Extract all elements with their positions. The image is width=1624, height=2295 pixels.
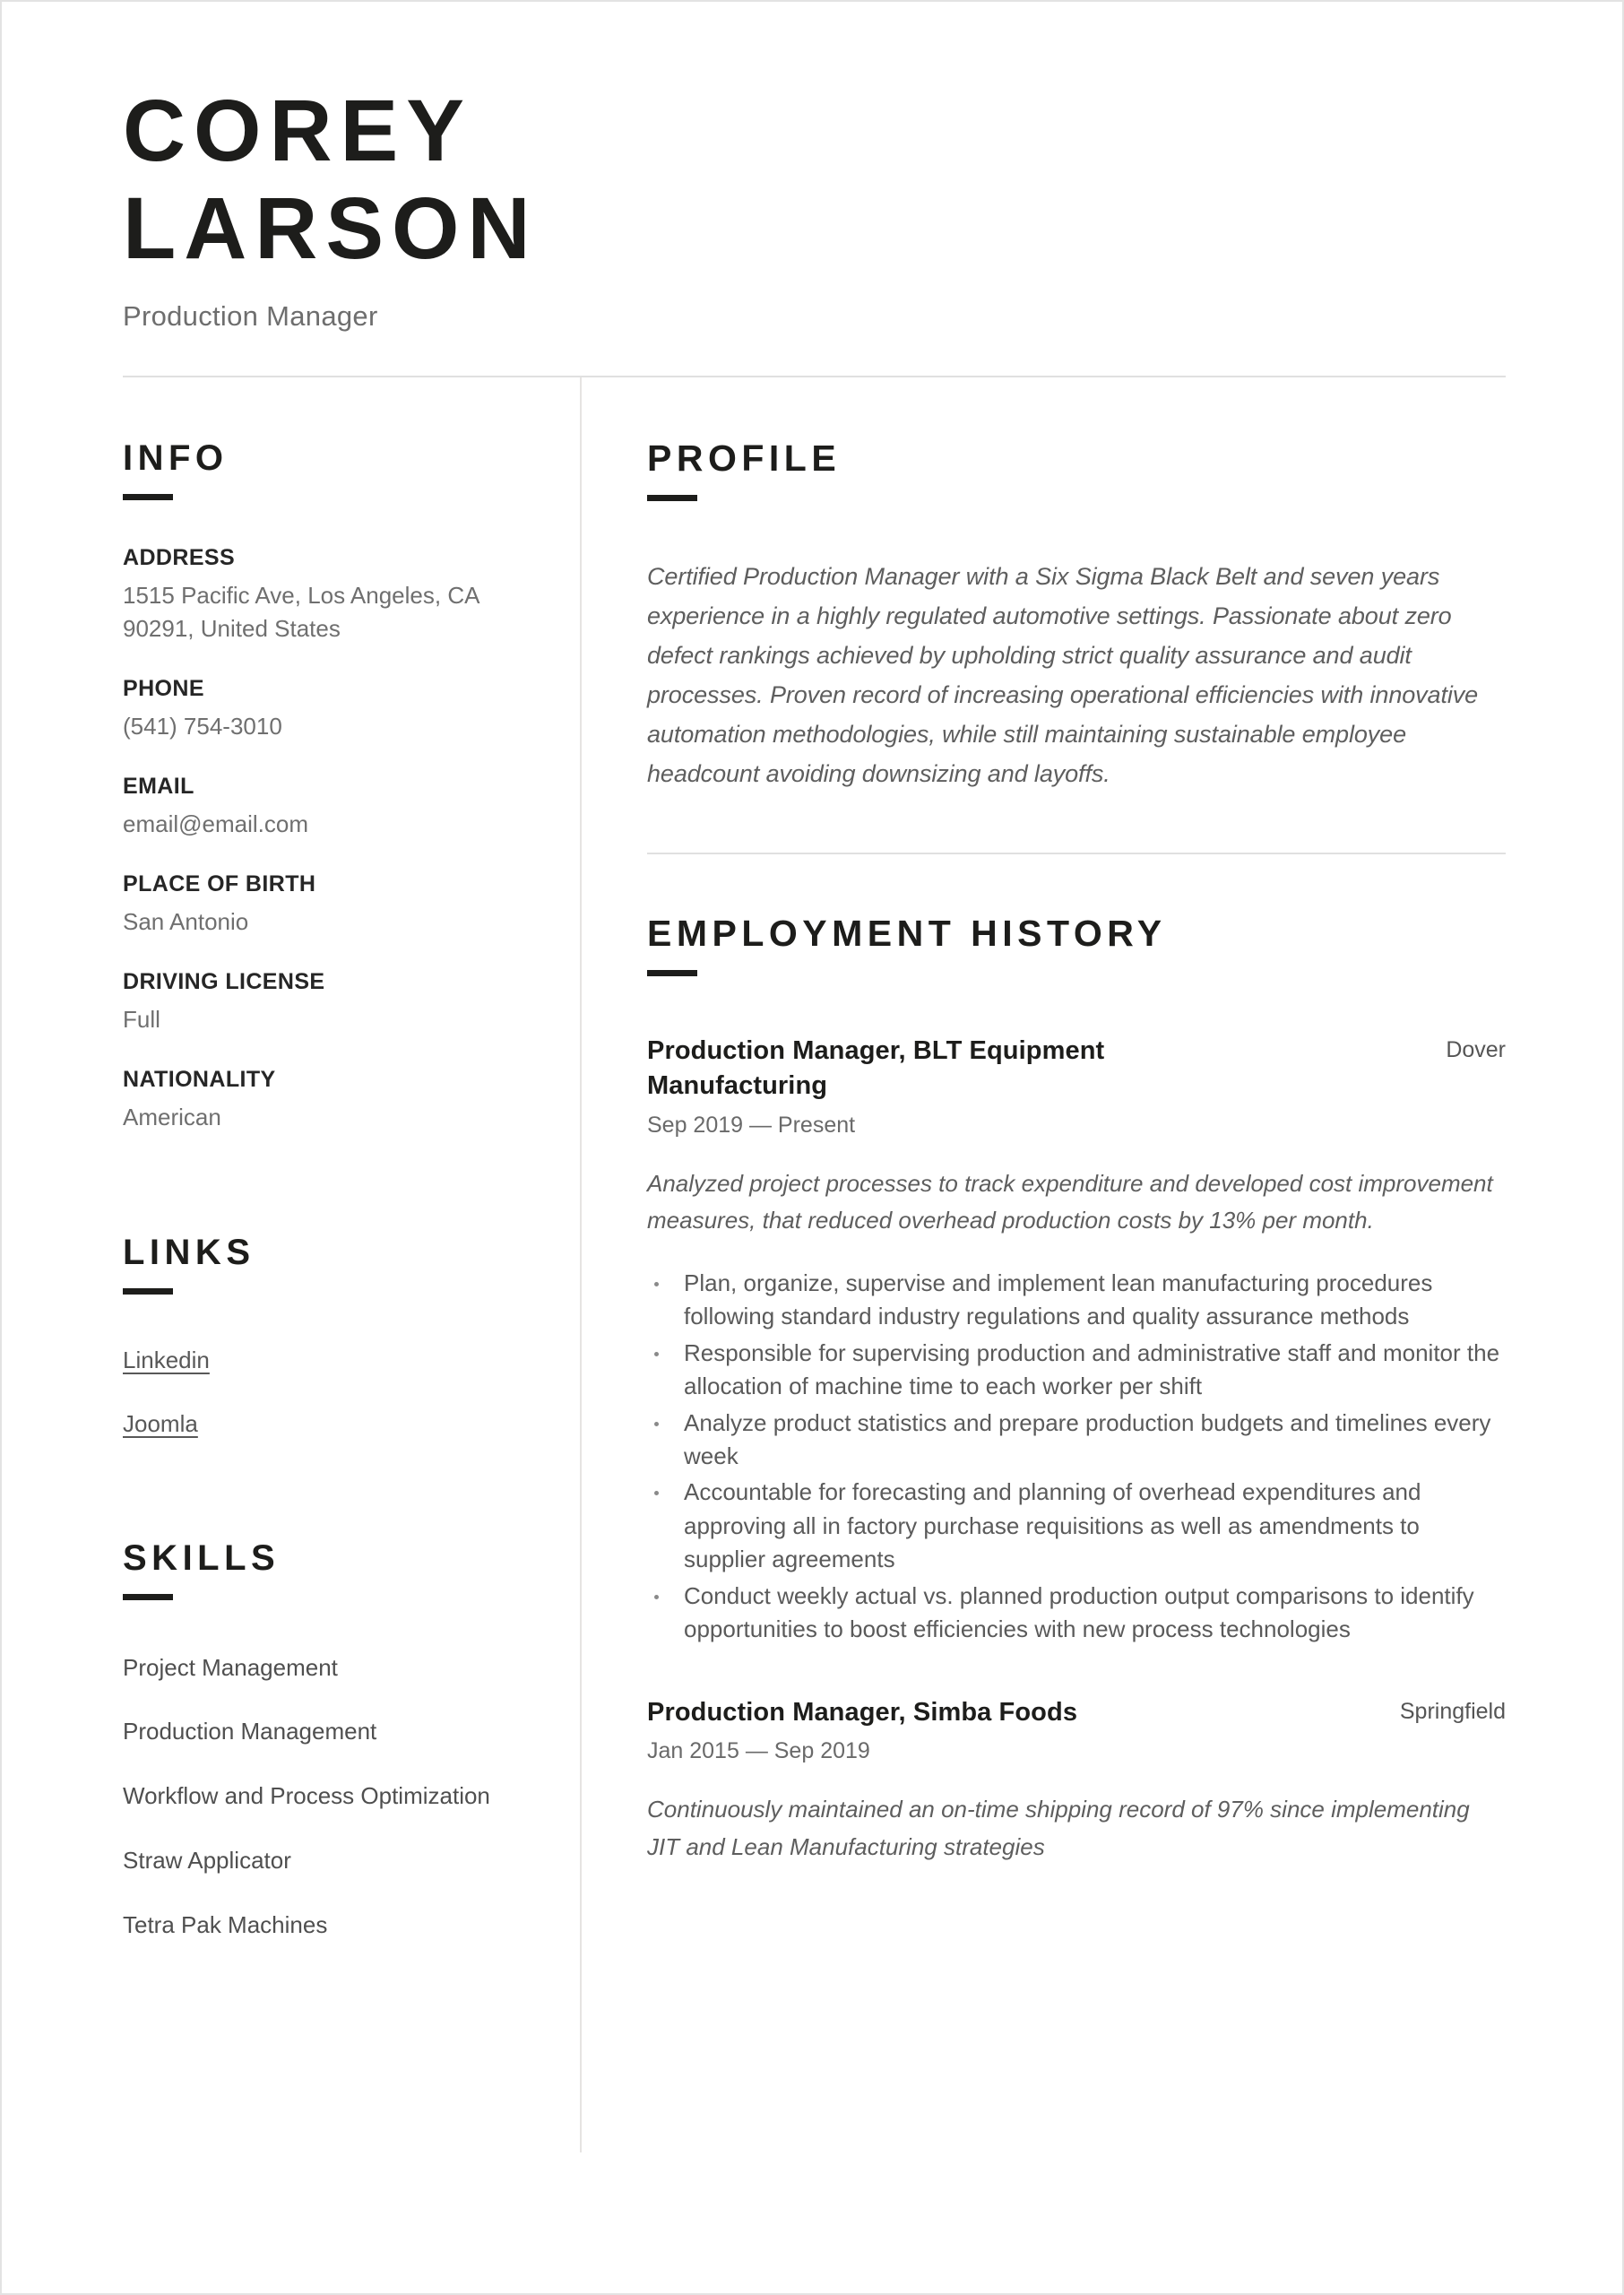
job-header: Production Manager, BLT Equipment Manufa…: [647, 1034, 1506, 1103]
skills-list: Project Management Production Management…: [123, 1652, 544, 1941]
list-item: Workflow and Process Optimization: [123, 1782, 490, 1810]
info-field-value: (541) 754-3010: [123, 713, 282, 740]
list-item: Conduct weekly actual vs. planned produc…: [647, 1580, 1506, 1647]
employment-history-heading: EMPLOYMENT HISTORY: [647, 913, 1167, 955]
list-item: Project Management: [123, 1653, 338, 1681]
profile-section: PROFILE Certified Production Manager wit…: [647, 437, 1506, 855]
job-role: Production Manager, Simba Foods: [647, 1697, 1078, 1727]
list-item: Analyze product statistics and prepare p…: [647, 1407, 1506, 1474]
job-dates: Jan 2015 — Sep 2019: [647, 1738, 870, 1764]
info-heading: INFO: [123, 438, 229, 479]
info-field-place-of-birth: PLACE OF BIRTH San Antonio: [123, 871, 544, 939]
list-item: Tetra Pak Machines: [123, 1910, 328, 1938]
skills-heading: SKILLS: [123, 1537, 281, 1578]
list-item: Straw Applicator: [123, 1847, 291, 1875]
info-field-value: Full: [123, 1005, 160, 1033]
link-item-joomla[interactable]: Joomla: [123, 1410, 198, 1438]
candidate-job-title: Production Manager: [123, 300, 378, 333]
list-item: Accountable for forecasting and planning…: [647, 1476, 1506, 1576]
info-section: INFO ADDRESS 1515 Pacific Ave, Los Angel…: [123, 438, 544, 1133]
links-section: LINKS Linkedin Joomla: [123, 1233, 544, 1438]
job-header: Production Manager, Simba Foods Springfi…: [647, 1695, 1506, 1730]
main-column: PROFILE Certified Production Manager wit…: [580, 377, 1506, 1866]
info-field-phone: PHONE (541) 754-3010: [123, 676, 544, 743]
resume-columns: INFO ADDRESS 1515 Pacific Ave, Los Angel…: [123, 377, 1506, 2153]
job-bullet-list: Plan, organize, supervise and implement …: [647, 1267, 1506, 1647]
link-item-linkedin[interactable]: Linkedin: [123, 1347, 210, 1374]
sidebar-column: INFO ADDRESS 1515 Pacific Ave, Los Angel…: [123, 377, 580, 1940]
job-location: Springfield: [1399, 1698, 1506, 1724]
list-item: Plan, organize, supervise and implement …: [647, 1267, 1506, 1334]
job-entry-simba-foods: Production Manager, Simba Foods Springfi…: [647, 1695, 1506, 1866]
job-dates: Sep 2019 — Present: [647, 1112, 856, 1138]
skills-section: SKILLS Project Management Production Man…: [123, 1538, 544, 1941]
job-summary: Continuously maintained an on-time shipp…: [647, 1796, 1470, 1860]
info-field-address: ADDRESS 1515 Pacific Ave, Los Angeles, C…: [123, 545, 544, 645]
info-field-label: PHONE: [123, 676, 204, 702]
info-field-value: 1515 Pacific Ave, Los Angeles, CA 90291,…: [123, 582, 479, 643]
column-divider: [580, 377, 582, 2153]
info-field-nationality: NATIONALITY American: [123, 1067, 544, 1134]
info-field-label: NATIONALITY: [123, 1066, 276, 1092]
profile-heading-bar: [647, 495, 697, 502]
candidate-name: COREY LARSON: [123, 82, 539, 277]
info-field-value: email@email.com: [123, 810, 308, 837]
links-heading-bar: [123, 1287, 173, 1295]
info-field-email: EMAIL email@email.com: [123, 774, 544, 841]
employment-heading-bar: [647, 970, 697, 977]
info-heading-bar: [123, 494, 173, 501]
job-summary: Analyzed project processes to track expe…: [647, 1169, 1493, 1234]
resume-inner: COREY LARSON Production Manager INFO ADD…: [2, 2, 1622, 2293]
links-list: Linkedin Joomla: [123, 1347, 544, 1438]
profile-divider: [647, 853, 1506, 855]
info-field-label: EMAIL: [123, 773, 194, 799]
profile-text: Certified Production Manager with a Six …: [647, 563, 1479, 788]
job-location: Dover: [1446, 1037, 1506, 1063]
list-item: Responsible for supervising production a…: [647, 1337, 1506, 1404]
info-field-driving-license: DRIVING LICENSE Full: [123, 969, 544, 1036]
resume-header: COREY LARSON Production Manager: [123, 65, 1506, 378]
list-item: Production Management: [123, 1718, 377, 1745]
job-list: Production Manager, BLT Equipment Manufa…: [647, 1034, 1506, 1866]
employment-history-section: EMPLOYMENT HISTORY Production Manager, B…: [647, 914, 1506, 1866]
info-field-label: ADDRESS: [123, 545, 236, 571]
info-field-label: PLACE OF BIRTH: [123, 870, 316, 896]
skills-heading-bar: [123, 1593, 173, 1600]
info-field-value: San Antonio: [123, 907, 249, 935]
job-entry-blt-equipment-manufacturing: Production Manager, BLT Equipment Manufa…: [647, 1034, 1506, 1646]
links-heading: LINKS: [123, 1232, 255, 1272]
info-field-value: American: [123, 1103, 221, 1130]
job-role: Production Manager, BLT Equipment Manufa…: [647, 1036, 1105, 1100]
info-field-list: ADDRESS 1515 Pacific Ave, Los Angeles, C…: [123, 545, 544, 1133]
info-field-label: DRIVING LICENSE: [123, 968, 325, 994]
profile-heading: PROFILE: [647, 437, 842, 480]
resume-page: COREY LARSON Production Manager INFO ADD…: [0, 0, 1624, 2295]
